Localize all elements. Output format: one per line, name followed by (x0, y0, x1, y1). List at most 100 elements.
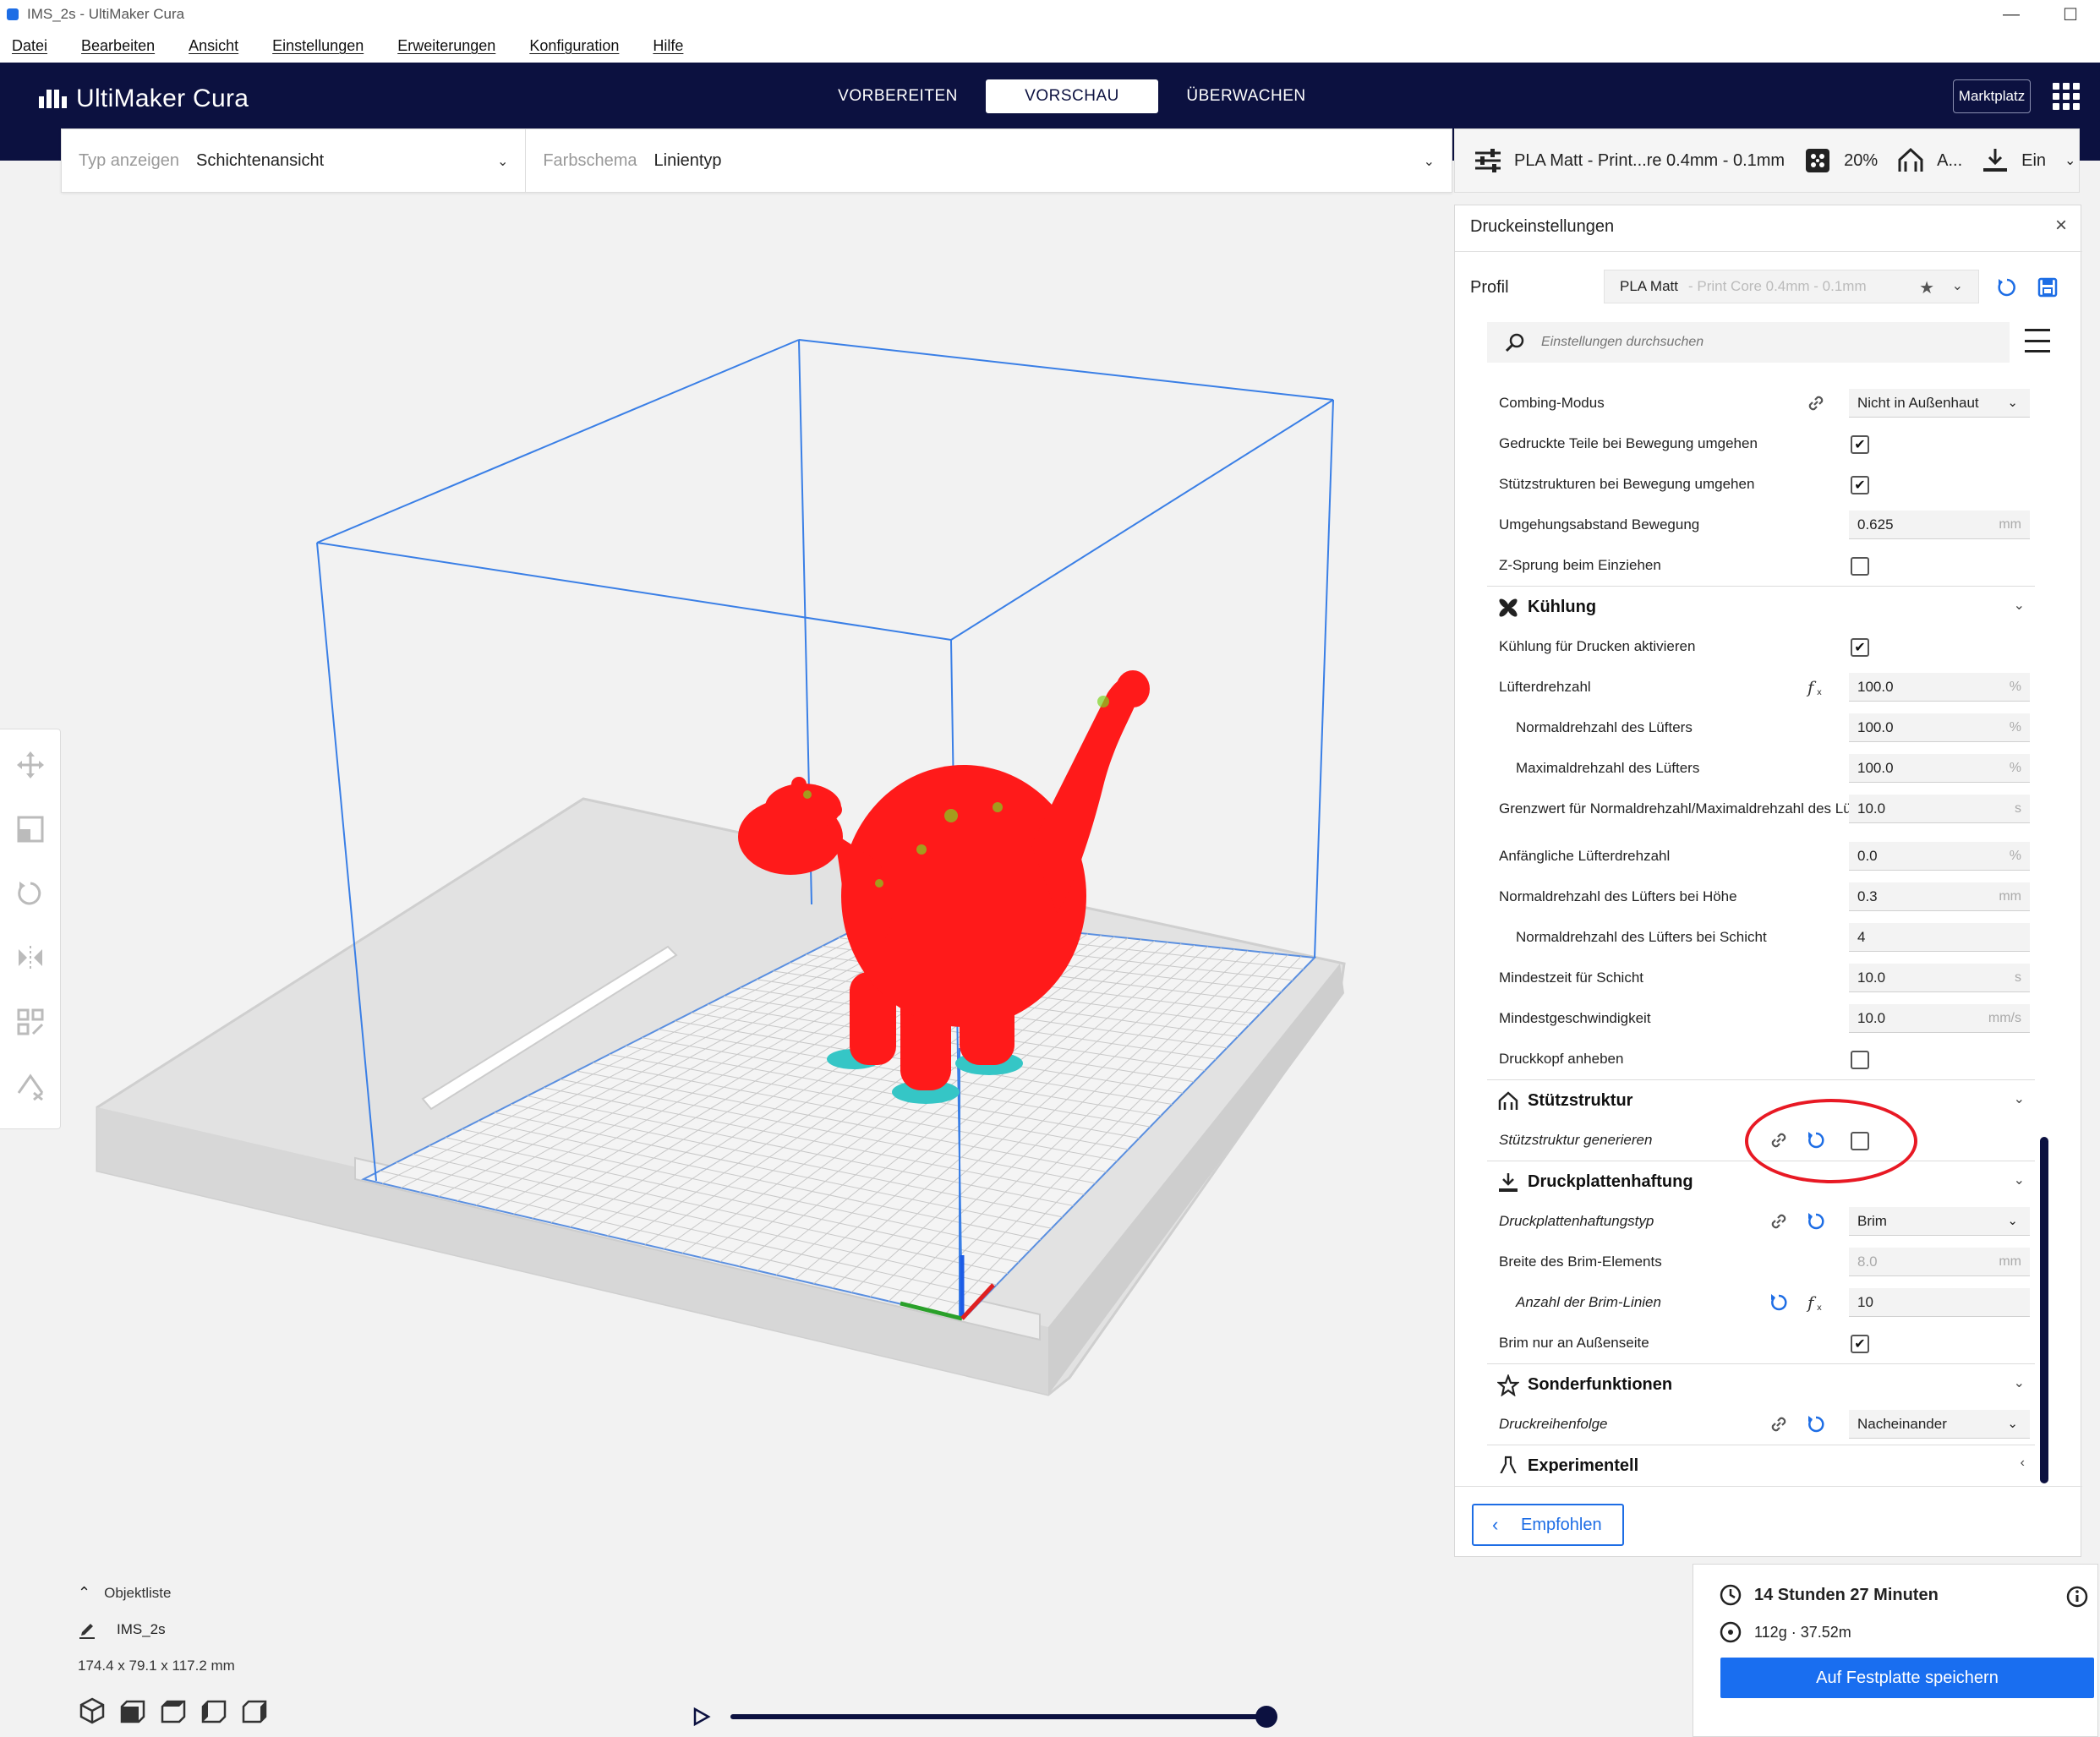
tab-preview[interactable]: VORSCHAU (986, 79, 1158, 113)
view-3d-icon[interactable] (78, 1696, 107, 1725)
object-dimensions: 174.4 x 79.1 x 117.2 mm (78, 1658, 235, 1674)
setting-input[interactable]: 10.0 s (1849, 795, 2030, 823)
setting-input[interactable]: 0.625 mm (1849, 511, 2030, 539)
setting-input[interactable]: 0.0% (1849, 842, 2030, 871)
category-druckplattenhaftung[interactable]: Druckplattenhaftung ⌄ (1487, 1161, 2035, 1201)
marketplace-button[interactable]: Marktplatz (1953, 79, 2031, 113)
ultimaker-logo-icon (39, 90, 67, 108)
chevron-down-icon: ⌄ (2064, 154, 2076, 168)
linked-setting-icon[interactable] (1768, 1210, 1790, 1232)
rotate-icon[interactable] (15, 878, 46, 909)
chevron-left-icon: ‹ (2020, 1456, 2025, 1470)
layer-slider-handle[interactable] (1255, 1706, 1277, 1728)
setting-input[interactable]: 100.0% (1849, 673, 2030, 702)
svg-text:f: f (1806, 1292, 1817, 1313)
profile-selector[interactable]: PLA Matt - Print Core 0.4mm - 0.1mm ★ ⌄ (1604, 270, 1979, 303)
setting-value: 10 (1857, 1293, 1873, 1310)
maximize-button[interactable]: ☐ (2041, 0, 2100, 29)
setting-input[interactable]: 10.0 mm/s (1849, 1004, 2030, 1033)
3d-viewport[interactable] (0, 161, 1454, 1564)
view-left-icon[interactable] (200, 1696, 228, 1725)
menu-ansicht[interactable]: Ansicht (189, 37, 238, 55)
scale-icon[interactable] (15, 814, 46, 844)
function-icon[interactable]: fx (1805, 1292, 1827, 1314)
view-top-icon[interactable] (159, 1696, 188, 1725)
category-experimentell[interactable]: Experimentell ‹ (1487, 1445, 2035, 1473)
setting-unit: % (2009, 848, 2021, 863)
setting-input[interactable]: 10.0 s (1849, 964, 2030, 992)
menu-hilfe[interactable]: Hilfe (653, 37, 683, 55)
view-type-selector[interactable]: Typ anzeigen Schichtenansicht ⌄ (62, 129, 527, 192)
recommended-button[interactable]: ‹ Empfohlen (1472, 1504, 1624, 1546)
setting-input[interactable]: 4 (1849, 923, 2030, 952)
setting-checkbox[interactable] (1851, 557, 1869, 576)
reset-profile-icon[interactable] (1996, 276, 2018, 298)
star-icon[interactable]: ★ (1919, 277, 1934, 298)
support-blocker-icon[interactable] (15, 1071, 46, 1101)
setting-value: 0.0 (1857, 847, 1878, 864)
print-settings-bar[interactable]: PLA Matt - Print...re 0.4mm - 0.1mm 20% … (1454, 128, 2080, 193)
chevron-down-icon: ⌄ (1423, 155, 1435, 169)
layer-slider-track[interactable] (730, 1714, 1271, 1719)
play-icon[interactable] (693, 1707, 711, 1727)
setting-value: 100.0 (1857, 678, 1894, 695)
setting-dropdown[interactable]: Nacheinander ⌄ (1849, 1410, 2030, 1439)
menu-einstellungen[interactable]: Einstellungen (272, 37, 364, 55)
setting-dropdown[interactable]: Nicht in Außenhaut ⌄ (1849, 389, 2030, 418)
view-options-bar: Typ anzeigen Schichtenansicht ⌄ Farbsche… (61, 128, 1452, 193)
adhesion-icon (1983, 149, 2008, 172)
menu-datei[interactable]: Datei (12, 37, 47, 55)
tab-prepare[interactable]: VORBEREITEN (812, 79, 984, 113)
category-sonderfunktionen[interactable]: Sonderfunktionen ⌄ (1487, 1363, 2035, 1404)
per-model-settings-icon[interactable] (15, 1007, 46, 1037)
settings-scrollbar[interactable] (2040, 1137, 2048, 1483)
category-kuehlung[interactable]: Kühlung ⌄ (1487, 586, 2035, 626)
object-item[interactable]: IMS_2s (78, 1620, 269, 1639)
menu-icon[interactable] (2025, 329, 2050, 352)
minimize-button[interactable]: — (1982, 0, 2041, 29)
info-icon[interactable] (2065, 1585, 2089, 1609)
function-icon[interactable]: fx (1805, 676, 1827, 698)
close-icon[interactable]: × (2055, 214, 2067, 238)
setting-grenzwert-fuer-normaldrehzahl-maximaldrehzahl-des-luefters: Grenzwert für Normaldrehzahl/Maximaldreh… (1487, 789, 2037, 829)
reset-setting-icon[interactable] (1805, 1210, 1827, 1232)
layer-playback (693, 1706, 1277, 1728)
tab-monitor[interactable]: ÜBERWACHEN (1160, 79, 1332, 113)
menu-erweiterungen[interactable]: Erweiterungen (397, 37, 495, 55)
setting-unit: s (2015, 800, 2021, 816)
linked-setting-icon[interactable] (1768, 1413, 1790, 1435)
window-titlebar: IMS_2s - UltiMaker Cura — ☐ (0, 0, 2100, 29)
setting-input[interactable]: 10 (1849, 1288, 2030, 1317)
object-list-header[interactable]: ⌃ Objektliste (78, 1584, 269, 1602)
linked-setting-icon[interactable] (1805, 392, 1827, 414)
setting-input[interactable]: 100.0% (1849, 754, 2030, 783)
setting-checkbox[interactable]: ✔ (1851, 1335, 1869, 1353)
mirror-icon[interactable] (15, 942, 46, 973)
setting-input[interactable]: 0.3 mm (1849, 882, 2030, 911)
apps-grid-icon[interactable] (2053, 83, 2080, 110)
setting-checkbox[interactable]: ✔ (1851, 476, 1869, 494)
move-icon[interactable] (15, 750, 46, 780)
search-input[interactable] (1541, 335, 1964, 350)
view-front-icon[interactable] (118, 1696, 147, 1725)
setting-druckkopf-anheben: Druckkopf anheben (1487, 1039, 2037, 1079)
view-right-icon[interactable] (240, 1696, 269, 1725)
setting-checkbox[interactable]: ✔ (1851, 435, 1869, 454)
save-to-disk-button[interactable]: Auf Festplatte speichern (1720, 1658, 2094, 1698)
setting-input[interactable]: 8.0 mm (1849, 1248, 2030, 1276)
setting-checkbox[interactable] (1851, 1051, 1869, 1069)
support-icon (1498, 1091, 1518, 1110)
category-stuetzstruktur[interactable]: Stützstruktur ⌄ (1487, 1079, 2035, 1120)
setting-input[interactable]: 100.0% (1849, 713, 2030, 742)
reset-setting-icon[interactable] (1768, 1292, 1790, 1314)
setting-checkbox[interactable]: ✔ (1851, 638, 1869, 657)
menu-konfiguration[interactable]: Konfiguration (529, 37, 619, 55)
menu-bearbeiten[interactable]: Bearbeiten (81, 37, 155, 55)
save-profile-icon[interactable] (2037, 276, 2059, 298)
settings-search[interactable] (1487, 322, 2010, 363)
reset-setting-icon[interactable] (1805, 1413, 1827, 1435)
setting-dropdown[interactable]: Brim ⌄ (1849, 1207, 2030, 1236)
color-scheme-selector[interactable]: Farbschema Linientyp ⌄ (526, 129, 1452, 192)
setting-label: Stützstruktur generieren (1499, 1132, 1653, 1148)
setting-label: Combing-Modus (1499, 395, 1605, 411)
